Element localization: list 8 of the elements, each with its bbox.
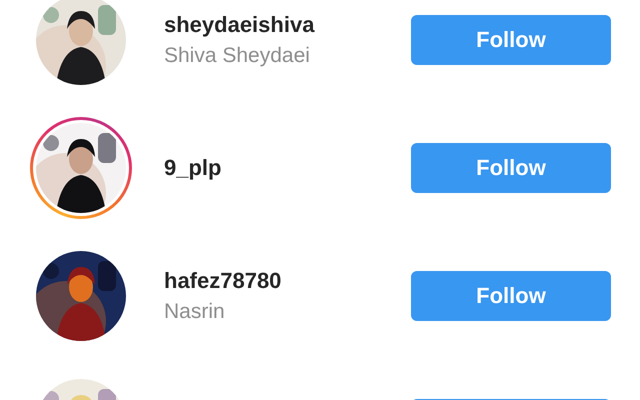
username: sheydaeishiva bbox=[164, 12, 314, 38]
full-name: Shiva Sheydaei bbox=[164, 44, 310, 68]
username: hafez78780 bbox=[164, 268, 282, 294]
follow-button[interactable]: Follow bbox=[411, 15, 611, 65]
full-name: Nasrin bbox=[164, 300, 225, 324]
username: 9_plp bbox=[164, 155, 222, 181]
follow-button[interactable]: Follow bbox=[411, 143, 611, 193]
follow-button[interactable]: Follow bbox=[411, 271, 611, 321]
